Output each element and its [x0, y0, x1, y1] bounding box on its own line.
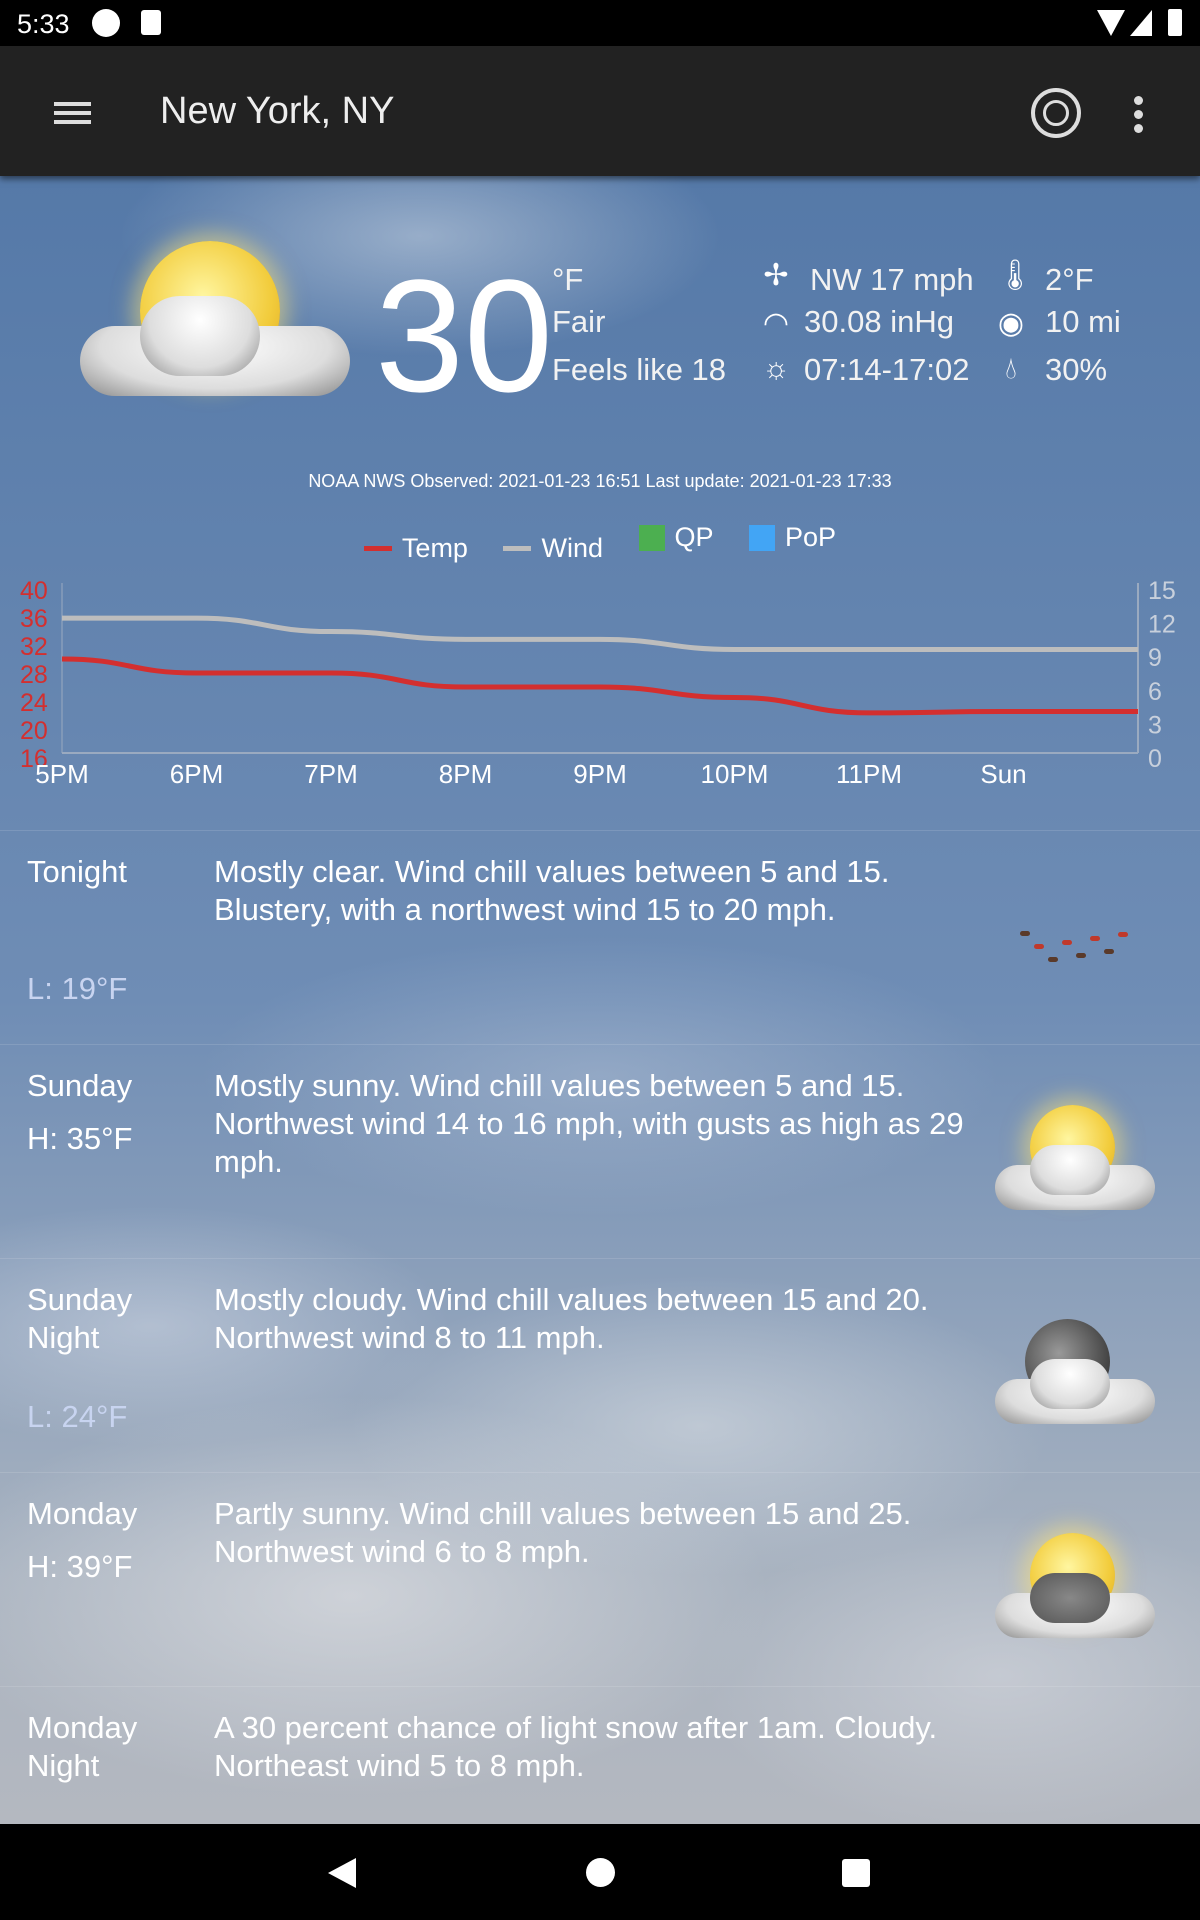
sun-cloud-icon — [990, 1100, 1160, 1220]
left-tick-label: 36 — [20, 605, 48, 633]
right-tick-label: 0 — [1148, 745, 1162, 773]
battery-icon — [1168, 9, 1182, 36]
forecast-row[interactable]: Tonight L: 19°F Mostly clear. Wind chill… — [0, 830, 1200, 1044]
current-temp: 30 — [375, 246, 553, 425]
legend-qp-swatch — [638, 524, 665, 551]
forecast-row[interactable]: Sunday H: 35°F Mostly sunny. Wind chill … — [0, 1044, 1200, 1258]
right-tick-label: 3 — [1148, 711, 1162, 739]
signal-icon — [1130, 10, 1152, 36]
pressure: 30.08 inHg — [804, 304, 954, 339]
droplet-icon: 💧︎ — [1005, 352, 1017, 385]
observation-info: NOAA NWS Observed: 2021-01-23 16:51 Last… — [308, 471, 892, 491]
status-time: 5:33 — [17, 9, 70, 39]
status-bar: 5:33 — [0, 0, 1200, 46]
legend-wind: Wind — [503, 533, 603, 564]
home-icon[interactable] — [586, 1858, 615, 1887]
x-tick-label: 5PM — [35, 759, 88, 789]
x-tick-label: 9PM — [573, 759, 626, 789]
x-tick-label: Sun — [980, 759, 1026, 789]
legend-wind-swatch — [503, 545, 532, 551]
forecast-desc: Mostly sunny. Wind chill values between … — [214, 1068, 964, 1179]
wifi-icon — [1097, 10, 1125, 36]
chart-legend: Temp Wind QP PoP — [0, 522, 1200, 564]
forecast-temp: H: 39°F — [27, 1549, 133, 1584]
right-tick-label: 15 — [1148, 577, 1176, 605]
more-vert-icon[interactable] — [1134, 96, 1144, 133]
forecast-day: Sunday Night — [27, 1282, 133, 1355]
condition: Fair — [552, 304, 606, 339]
legend-label: QP — [674, 522, 714, 552]
left-tick-label: 28 — [20, 661, 48, 689]
forecast-day: Tonight — [27, 854, 127, 889]
left-tick-label: 40 — [20, 577, 48, 605]
forecast-row[interactable]: Monday Night A 30 percent chance of ligh… — [0, 1686, 1200, 1824]
sun-cloud-icon — [80, 226, 360, 416]
forecast-day: Sunday — [27, 1068, 133, 1103]
forecast-desc: Partly sunny. Wind chill values between … — [214, 1496, 912, 1569]
forecast-temp: H: 35°F — [27, 1121, 133, 1156]
wind-leaves-icon — [1020, 931, 1150, 981]
legend-label: Temp — [401, 532, 468, 563]
legend-label: PoP — [785, 522, 837, 552]
gauge-icon: ◠ — [762, 307, 790, 340]
legend-temp: Temp — [363, 532, 468, 564]
right-tick-label: 9 — [1148, 644, 1162, 672]
wind: NW 17 mph — [810, 262, 974, 297]
right-tick-label: 12 — [1148, 611, 1176, 639]
legend-pop: PoP — [749, 522, 836, 553]
visibility: 10 mi — [1045, 304, 1121, 339]
thermometer-icon: 🌡︎ — [996, 259, 1035, 292]
app-bar: New York, NY — [0, 46, 1200, 176]
forecast-row[interactable]: Sunday Night L: 24°F Mostly cloudy. Wind… — [0, 1258, 1200, 1472]
moon-cloud-icon — [990, 1314, 1160, 1434]
hamburger-icon[interactable] — [54, 102, 91, 124]
navigation-bar — [0, 1824, 1200, 1920]
temp-unit: °F — [552, 262, 584, 297]
forecast-temp: L: 24°F — [27, 1399, 128, 1434]
forecast-temp: L: 19°F — [27, 971, 128, 1006]
forecast-day: Monday Night — [27, 1710, 138, 1783]
sunrise-sunset: 07:14-17:02 — [804, 352, 970, 387]
forecast-day: Monday — [27, 1496, 138, 1531]
notification-icon — [92, 9, 120, 37]
x-tick-label: 7PM — [304, 759, 357, 789]
legend-label: Wind — [541, 532, 603, 563]
legend-temp-swatch — [363, 545, 392, 551]
sd-card-icon — [141, 10, 161, 35]
forecast-desc: A 30 percent chance of light snow after … — [214, 1710, 938, 1783]
humidity: 30% — [1045, 352, 1108, 387]
left-tick-label: 32 — [20, 633, 48, 661]
x-tick-label: 10PM — [701, 759, 769, 789]
location-title[interactable]: New York, NY — [160, 90, 394, 133]
legend-qp: QP — [638, 522, 714, 553]
sun-icon: ☼ — [762, 352, 790, 385]
wind-turbine-icon: ✢ — [763, 259, 789, 292]
feels-like: Feels like 18 — [552, 352, 727, 387]
forecast-desc: Mostly cloudy. Wind chill values between… — [214, 1282, 929, 1355]
hourly-chart: 40363228242016151296305PM 6PM 7PM 8PM 9PM 10P… — [20, 577, 1176, 789]
right-tick-label: 6 — [1148, 678, 1162, 706]
back-icon[interactable] — [328, 1858, 356, 1888]
radar-icon[interactable] — [1031, 88, 1081, 138]
forecast-row[interactable]: Monday H: 39°F Partly sunny. Wind chill … — [0, 1472, 1200, 1686]
forecast-desc: Mostly clear. Wind chill values between … — [214, 854, 890, 927]
left-tick-label: 24 — [20, 689, 48, 717]
recents-icon[interactable] — [842, 1859, 870, 1887]
eye-icon: ◉ — [997, 307, 1025, 340]
legend-pop-swatch — [749, 524, 776, 551]
x-tick-label: 6PM — [170, 759, 223, 789]
x-tick-label: 8PM — [439, 759, 492, 789]
left-tick-label: 20 — [20, 717, 48, 745]
x-tick-label: 11PM — [836, 759, 902, 789]
sun-dark-cloud-icon — [990, 1528, 1160, 1648]
wind-line — [62, 615, 1138, 652]
weather-content[interactable]: 30 °F Fair Feels like 18 ✢ NW 17 mph ◠ 3… — [0, 176, 1200, 1824]
dewpoint: 2°F — [1045, 262, 1094, 297]
temp-line — [61, 656, 1138, 716]
